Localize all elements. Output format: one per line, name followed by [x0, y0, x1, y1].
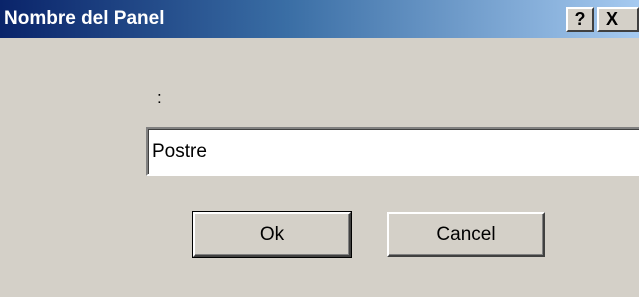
close-icon: X	[606, 9, 619, 29]
panel-name-input[interactable]	[146, 127, 639, 176]
cancel-button[interactable]: Cancel	[387, 212, 545, 257]
ok-button[interactable]: Ok	[192, 211, 352, 258]
panel-name-dialog: Nombre del Panel ? X : Ok Cancel	[0, 0, 639, 297]
prompt-label: :	[157, 88, 162, 107]
help-button[interactable]: ?	[566, 7, 594, 32]
help-icon: ?	[574, 9, 586, 29]
close-button[interactable]: X	[597, 7, 639, 32]
window-title: Nombre del Panel	[4, 8, 165, 29]
title-bar[interactable]: Nombre del Panel ? X	[0, 0, 639, 38]
